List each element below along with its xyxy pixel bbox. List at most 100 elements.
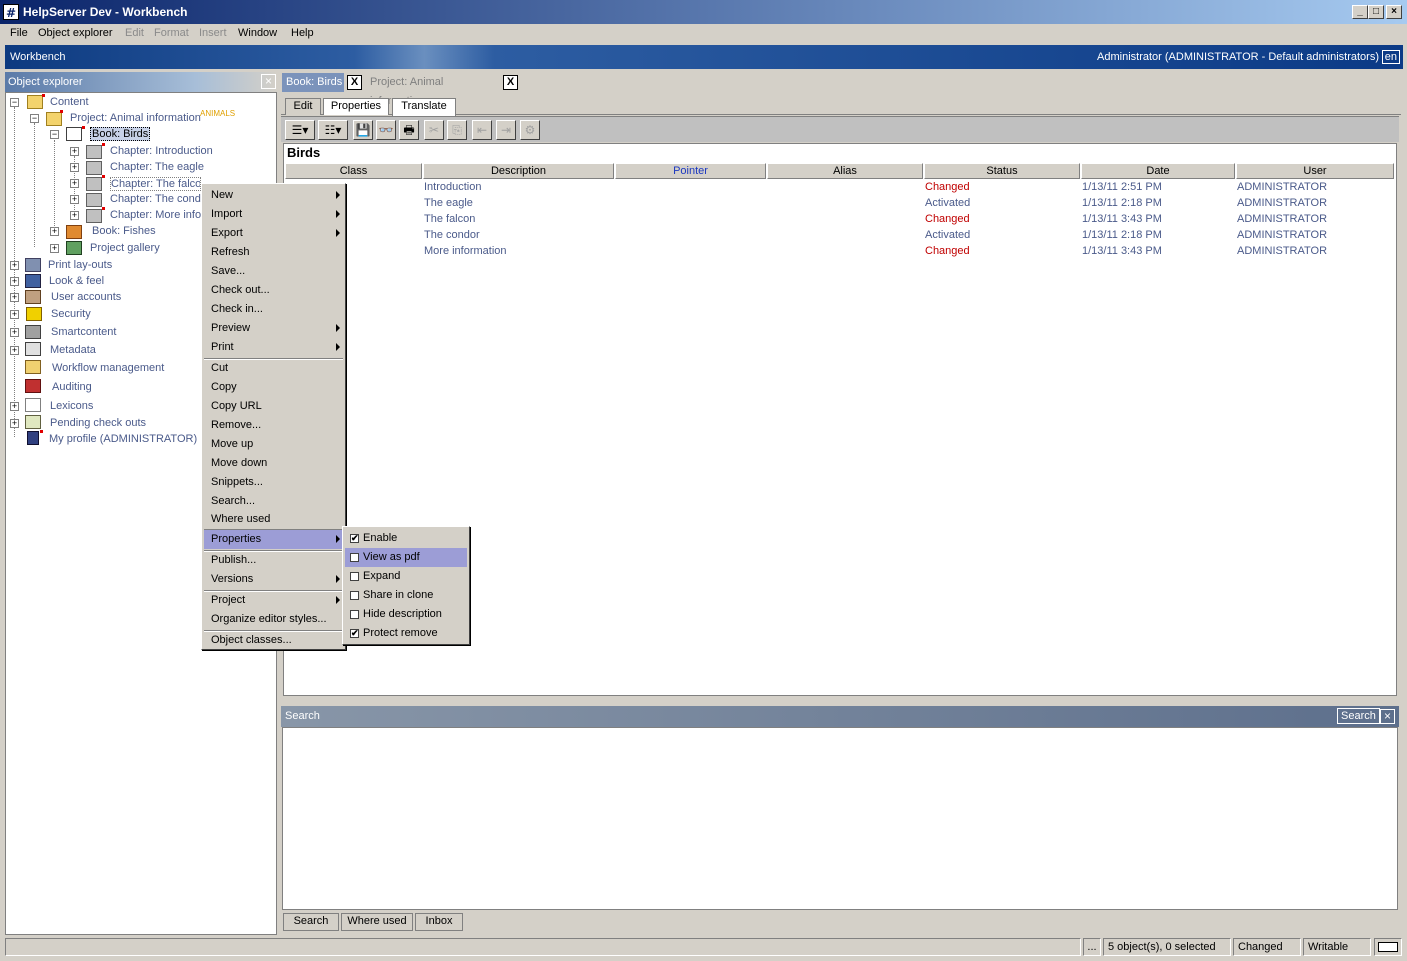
menu-item-import[interactable]: Import <box>204 205 343 224</box>
language-selector[interactable]: en <box>1381 50 1400 64</box>
menu-item-publish[interactable]: Publish... <box>204 551 343 570</box>
menu-insert[interactable]: Insert <box>199 27 227 39</box>
submenu-item-view-as-pdf[interactable]: View as pdf <box>345 548 467 567</box>
menu-item-preview[interactable]: Preview <box>204 319 343 338</box>
search-panel-close-icon[interactable]: × <box>1380 709 1395 724</box>
expand-icon[interactable]: + <box>50 244 59 253</box>
column-header[interactable]: Pointer <box>615 163 766 179</box>
object-explorer-close-icon[interactable]: × <box>261 74 276 89</box>
close-tab-icon[interactable]: X <box>503 75 518 90</box>
tab-where-used[interactable]: Where used <box>341 913 413 931</box>
menu-item-remove[interactable]: Remove... <box>204 416 343 435</box>
menu-item-export[interactable]: Export <box>204 224 343 243</box>
menu-item-move-down[interactable]: Move down <box>204 454 343 473</box>
close-window-button[interactable]: × <box>1386 5 1402 19</box>
tree-book-fishes[interactable]: Book: Fishes <box>92 225 156 237</box>
tab-properties[interactable]: Properties <box>323 98 389 115</box>
submenu-item-enable[interactable]: ✔ Enable <box>345 529 467 548</box>
table-row[interactable]: The eagle Activated 1/13/11 2:18 PM ADMI… <box>285 197 1395 213</box>
preview-icon[interactable]: 👓 <box>376 120 396 140</box>
submenu-item-expand[interactable]: Expand <box>345 567 467 586</box>
collapse-icon[interactable]: − <box>30 114 39 123</box>
tab-inbox[interactable]: Inbox <box>415 913 463 931</box>
tree-chapter[interactable]: Chapter: More information <box>110 209 201 221</box>
tab-search[interactable]: Search <box>283 913 339 931</box>
menu-item-snippets[interactable]: Snippets... <box>204 473 343 492</box>
column-header[interactable]: Alias <box>767 163 923 179</box>
outdent-icon[interactable]: ⇤ <box>472 120 492 140</box>
menu-help[interactable]: Help <box>291 27 314 39</box>
tree-project-gallery[interactable]: Project gallery <box>90 242 160 254</box>
expand-icon[interactable]: + <box>10 261 19 270</box>
expand-icon[interactable]: + <box>70 211 79 220</box>
column-header[interactable]: Status <box>924 163 1080 179</box>
menu-format[interactable]: Format <box>154 27 189 39</box>
print-icon[interactable]: 🖶 <box>399 120 419 140</box>
menu-object-explorer[interactable]: Object explorer <box>38 27 113 39</box>
menu-item-new[interactable]: New <box>204 186 343 205</box>
menu-window[interactable]: Window <box>238 27 277 39</box>
expand-icon[interactable]: + <box>70 195 79 204</box>
table-row[interactable]: More information Changed 1/13/11 3:43 PM… <box>285 245 1395 261</box>
keyboard-icon[interactable] <box>1374 938 1402 956</box>
tree-chapter[interactable]: Chapter: Introduction <box>110 145 213 157</box>
doc-tab-project[interactable]: Project: Animal information <box>366 73 500 107</box>
maximize-button[interactable]: □ <box>1368 5 1384 19</box>
expand-icon[interactable]: + <box>70 147 79 156</box>
column-header[interactable]: Class <box>285 163 422 179</box>
tree-metadata[interactable]: Metadata <box>50 344 96 356</box>
menu-item-refresh[interactable]: Refresh <box>204 243 343 262</box>
tab-edit[interactable]: Edit <box>285 98 321 115</box>
menu-item-check-in[interactable]: Check in... <box>204 300 343 319</box>
menu-item-project[interactable]: Project <box>204 591 343 610</box>
copy-icon[interactable]: ⎘ <box>447 120 467 140</box>
column-header[interactable]: Date <box>1081 163 1235 179</box>
menu-item-copy-url[interactable]: Copy URL <box>204 397 343 416</box>
table-row[interactable]: The falcon Changed 1/13/11 3:43 PM ADMIN… <box>285 213 1395 229</box>
menu-item-save[interactable]: Save... <box>204 262 343 281</box>
expand-icon[interactable]: + <box>10 293 19 302</box>
cut-icon[interactable]: ✂ <box>424 120 444 140</box>
status-more-button[interactable]: ... <box>1083 938 1101 956</box>
tool-icon[interactable]: ⚙ <box>520 120 540 140</box>
menu-item-properties[interactable]: Properties <box>204 530 343 549</box>
tab-translate[interactable]: Translate <box>392 98 456 116</box>
list-dropdown-icon[interactable]: ☰▾ <box>285 120 315 140</box>
doc-tab-book-birds[interactable]: Book: Birds <box>282 73 344 92</box>
table-row[interactable]: Introduction Changed 1/13/11 2:51 PM ADM… <box>285 181 1395 197</box>
column-header[interactable]: Description <box>423 163 614 179</box>
tree-auditing[interactable]: Auditing <box>52 381 92 393</box>
menu-item-search[interactable]: Search... <box>204 492 343 511</box>
submenu-item-protect-remove[interactable]: ✔ Protect remove <box>345 624 467 643</box>
menu-item-move-up[interactable]: Move up <box>204 435 343 454</box>
expand-icon[interactable]: + <box>10 328 19 337</box>
expand-icon[interactable]: + <box>10 310 19 319</box>
tree-project-animal[interactable]: Project: Animal information <box>70 112 201 124</box>
search-button[interactable]: Search <box>1337 708 1380 724</box>
submenu-item-share-in-clone[interactable]: Share in clone <box>345 586 467 605</box>
menu-item-versions[interactable]: Versions <box>204 570 343 589</box>
indent-icon[interactable]: ⇥ <box>496 120 516 140</box>
expand-icon[interactable]: + <box>70 179 79 188</box>
tree-pending[interactable]: Pending check outs <box>50 417 146 429</box>
expand-icon[interactable]: + <box>10 419 19 428</box>
expand-icon[interactable]: + <box>70 163 79 172</box>
format-dropdown-icon[interactable]: ☷▾ <box>318 120 348 140</box>
expand-icon[interactable]: + <box>10 277 19 286</box>
menu-item-print[interactable]: Print <box>204 338 343 357</box>
collapse-icon[interactable]: − <box>10 98 19 107</box>
menu-item-copy[interactable]: Copy <box>204 378 343 397</box>
tree-chapter[interactable]: Chapter: The eagle <box>110 161 204 173</box>
tree-user-accounts[interactable]: User accounts <box>51 291 121 303</box>
menu-item-check-out[interactable]: Check out... <box>204 281 343 300</box>
column-header[interactable]: User <box>1236 163 1394 179</box>
menu-file[interactable]: File <box>10 27 28 39</box>
menu-item-organize-styles[interactable]: Organize editor styles... <box>204 610 343 629</box>
expand-icon[interactable]: + <box>10 402 19 411</box>
tree-smartcontent[interactable]: Smartcontent <box>51 326 116 338</box>
minimize-button[interactable]: _ <box>1352 5 1368 19</box>
submenu-item-hide-description[interactable]: Hide description <box>345 605 467 624</box>
expand-icon[interactable]: + <box>50 227 59 236</box>
close-tab-icon[interactable]: X <box>347 75 362 90</box>
menu-item-where-used[interactable]: Where used <box>204 510 343 529</box>
